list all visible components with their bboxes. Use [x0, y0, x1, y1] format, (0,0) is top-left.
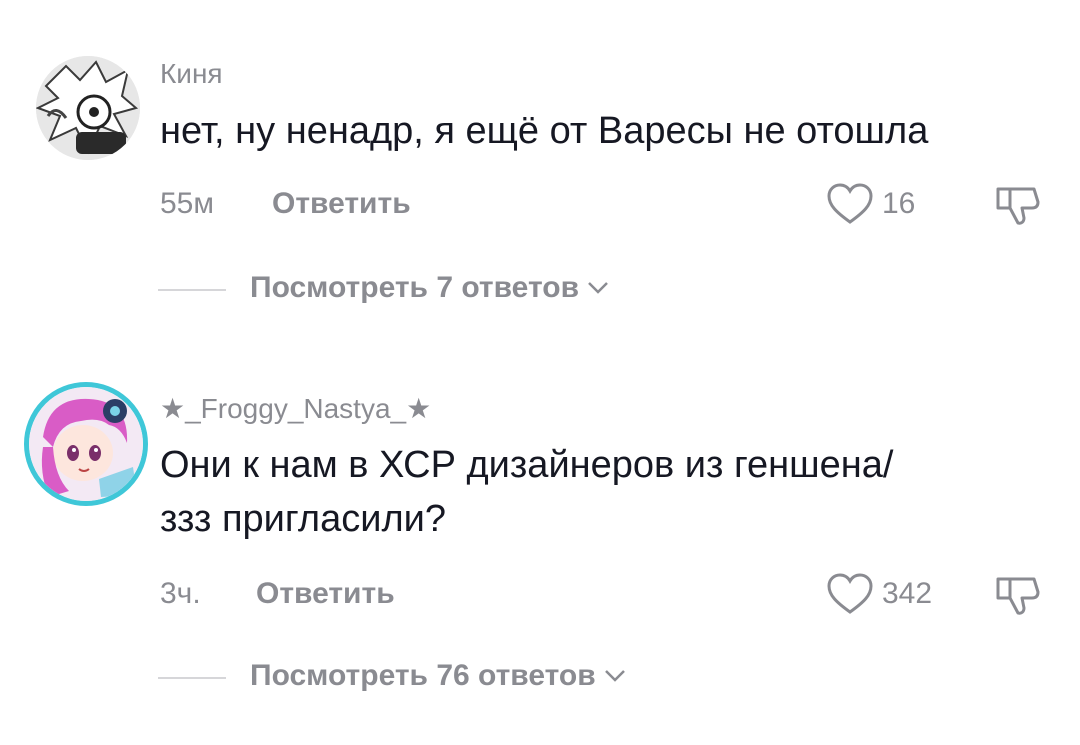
timestamp: 3ч. [160, 577, 201, 610]
like-count: 16 [882, 187, 916, 220]
like-button[interactable]: 342 [826, 572, 932, 616]
replies-divider [158, 289, 226, 291]
comment-text-line-1: Они к нам в ХСР дизайнеров из геншена/ [160, 444, 894, 486]
view-replies-label: Посмотреть 7 ответов [250, 271, 580, 304]
avatar[interactable] [36, 56, 140, 160]
chevron-down-icon [588, 282, 608, 294]
heart-outline-icon [827, 183, 873, 224]
timestamp: 55м [160, 187, 214, 220]
replies-divider [158, 677, 226, 679]
thumbs-down-icon [996, 187, 1040, 225]
username[interactable]: ★_Froggy_Nastya_★ [160, 392, 431, 425]
thumbs-down-icon [996, 577, 1040, 615]
view-replies-label: Посмотреть 76 ответов [250, 659, 596, 692]
avatar-image [29, 387, 143, 501]
chevron-down-icon [604, 670, 625, 682]
dislike-button[interactable] [994, 576, 1040, 621]
like-count: 342 [882, 577, 933, 610]
dislike-button[interactable] [994, 186, 1040, 231]
username[interactable]: Киня [160, 58, 223, 90]
avatar-image [36, 56, 140, 160]
comment-1: Киня нет, ну ненадр, я ещё от Варесы не … [0, 0, 1080, 330]
reply-button[interactable]: Ответить [272, 187, 411, 221]
comment-text-line-1: нет, ну ненадр, я ещё от Варесы не отошл… [160, 110, 929, 152]
comment-2: ★_Froggy_Nastya_★ Они к нам в ХСР дизайн… [0, 370, 1080, 745]
avatar[interactable] [24, 382, 148, 506]
view-replies-button[interactable]: Посмотреть 76 ответов [250, 659, 626, 693]
view-replies-button[interactable]: Посмотреть 7 ответов [250, 271, 609, 305]
comment-text-line-2: ззз пригласили? [160, 498, 447, 540]
heart-outline-icon [827, 573, 873, 614]
reply-button[interactable]: Ответить [256, 577, 395, 611]
like-button[interactable]: 16 [826, 182, 915, 226]
